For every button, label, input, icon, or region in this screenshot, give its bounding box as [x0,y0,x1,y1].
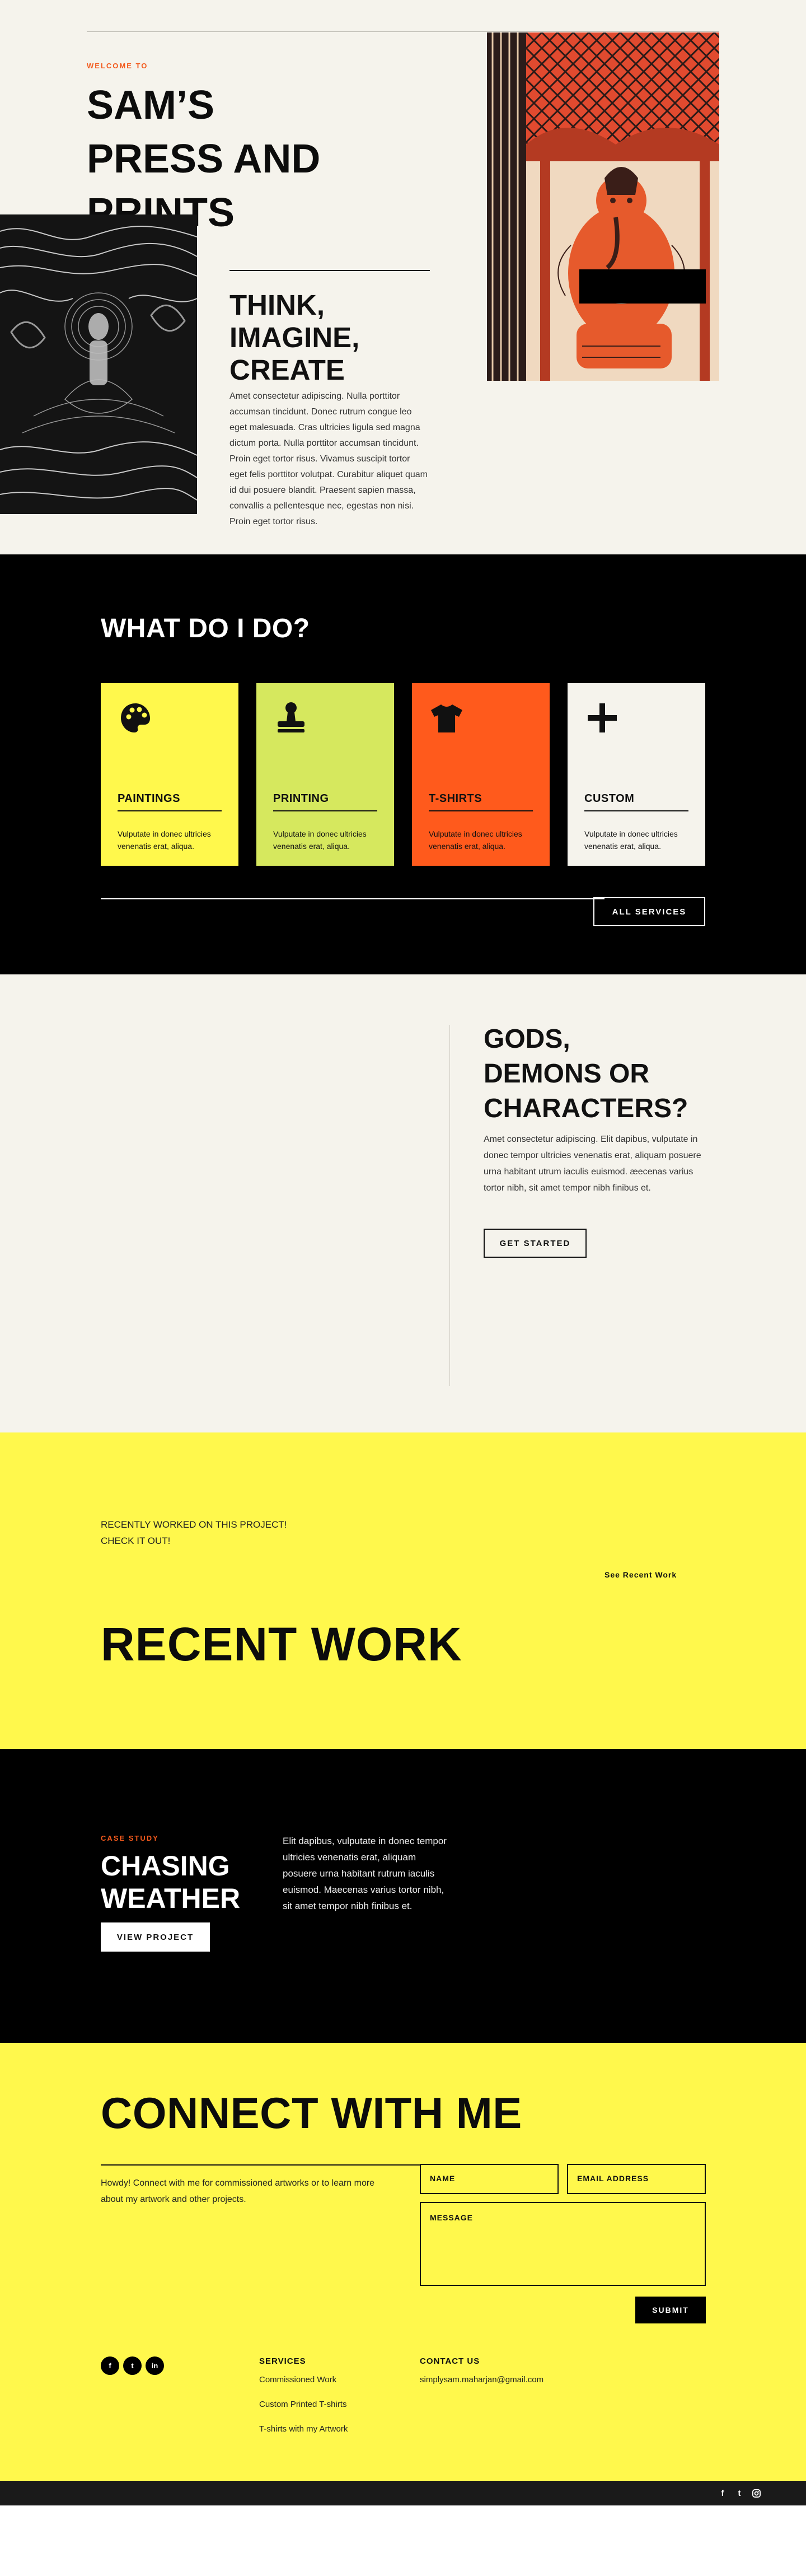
recent-note-line: RECENTLY WORKED ON THIS PROJECT! [101,1519,287,1530]
characters-section: GODS, DEMONS OR CHARACTERS? Amet consect… [0,974,806,1432]
facebook-icon[interactable]: f [716,2487,729,2499]
hero-subtitle-line: CREATE [229,354,345,386]
service-card-title: CUSTOM [584,792,635,805]
services-section: WHAT DO I DO? PAINTINGS Vulputate in don… [0,554,806,974]
characters-body-text: Amet consectetur adipiscing. Elit dapibu… [484,1135,701,1193]
palette-icon [121,703,150,732]
linkedin-icon[interactable]: in [146,2356,164,2375]
service-card-divider [584,810,688,811]
case-study-body-text: Elit dapibus, vulputate in donec tempor … [283,1836,447,1911]
contact-section: CONNECT WITH ME Howdy! Connect with me f… [0,2043,806,2481]
contact-heading: CONNECT WITH ME [101,2088,522,2138]
instagram-icon[interactable] [750,2487,762,2499]
service-card-description: Vulputate in donec ultricies venenatis e… [273,829,367,851]
service-card-tshirts[interactable]: T-SHIRTS Vulputate in donec ultricies ve… [412,683,550,866]
hero-body-text: Amet consectetur adipiscing. Nulla portt… [229,391,428,526]
vertical-divider [449,1025,450,1386]
woodcut-artwork-image [0,214,197,514]
footer-email-link[interactable]: simplysam.maharjan@gmail.com [420,2375,543,2384]
get-started-button[interactable]: GET STARTED [484,1229,587,1258]
case-study-eyebrow: CASE STUDY [101,1834,159,1842]
subtitle-divider [229,270,430,271]
hero-title-line: SAM’S [87,83,215,128]
service-card-printing[interactable]: PRINTING Vulputate in donec ultricies ve… [256,683,394,866]
footer-link-artwork-tshirts[interactable]: T-shirts with my Artwork [259,2424,348,2434]
email-field[interactable]: EMAIL ADDRESS [567,2164,706,2194]
hero-subtitle-line: THINK, [229,289,325,321]
service-card-description: Vulputate in donec ultricies venenatis e… [118,829,211,851]
service-card-divider [273,810,377,811]
twitter-icon[interactable]: t [123,2356,142,2375]
service-card-description: Vulputate in donec ultricies venenatis e… [429,829,522,851]
footer-services-heading: SERVICES [259,2356,306,2366]
welcome-eyebrow: WELCOME TO [87,62,148,70]
hero-image-overlay-box [579,269,706,304]
recent-work-section: RECENTLY WORKED ON THIS PROJECT! CHECK I… [0,1432,806,1749]
service-card-divider [429,810,533,811]
service-card-title: PAINTINGS [118,792,180,805]
service-card-title: PRINTING [273,792,329,805]
service-card-title: T-SHIRTS [429,792,482,805]
case-study-heading-line: CHASING [101,1850,230,1882]
hero-subtitle: THINK, IMAGINE, CREATE [229,289,420,386]
message-field[interactable]: MESSAGE [420,2202,706,2286]
service-card-description: Vulputate in donec ultricies venenatis e… [584,829,678,851]
footer-link-commissioned-work[interactable]: Commissioned Work [259,2375,336,2384]
see-recent-work-link[interactable]: See Recent Work [604,1570,677,1579]
hero-subtitle-line: IMAGINE, [229,321,360,353]
submit-button[interactable]: SUBMIT [635,2297,706,2323]
plus-icon [588,703,617,732]
contact-intro-text: Howdy! Connect with me for commissioned … [101,2178,375,2204]
characters-heading: GODS, DEMONS OR CHARACTERS? [484,1022,719,1126]
facebook-icon[interactable]: f [101,2356,119,2375]
name-field[interactable]: NAME [420,2164,559,2194]
recent-note: RECENTLY WORKED ON THIS PROJECT! CHECK I… [101,1516,287,1549]
service-card-divider [118,810,222,811]
hero-section: WELCOME TO SAM’S PRESS AND PRINTS THINK,… [0,0,806,554]
deity-print-artwork-image [487,32,719,381]
tshirt-icon [431,704,462,732]
stamp-icon [278,702,304,732]
top-divider [87,31,719,32]
case-study-section: CASE STUDY CHASING WEATHER VIEW PROJECT … [0,1749,806,2043]
footer-contact-heading: CONTACT US [420,2356,480,2366]
characters-heading-line: GODS, [484,1024,570,1054]
case-study-heading-line: WEATHER [101,1883,241,1914]
recent-work-heading: RECENT WORK [101,1618,462,1670]
twitter-icon[interactable]: t [733,2487,746,2499]
all-services-button[interactable]: ALL SERVICES [593,897,705,926]
services-heading: WHAT DO I DO? [101,614,310,643]
characters-heading-line: DEMONS OR [484,1059,650,1089]
service-card-paintings[interactable]: PAINTINGS Vulputate in donec ultricies v… [101,683,238,866]
view-project-button[interactable]: VIEW PROJECT [101,1922,210,1952]
footer-link-custom-tshirts[interactable]: Custom Printed T-shirts [259,2400,346,2409]
case-study-heading: CHASING WEATHER [101,1850,285,1915]
page-bottom-blank [0,2505,806,2576]
bottom-bar: f t [0,2481,806,2505]
services-divider [101,898,604,899]
recent-note-line: CHECK IT OUT! [101,1536,171,1546]
characters-heading-line: CHARACTERS? [484,1094,688,1123]
hero-title-line: PRESS AND [87,137,321,181]
service-card-custom[interactable]: CUSTOM Vulputate in donec ultricies vene… [568,683,705,866]
contact-divider [101,2164,420,2166]
